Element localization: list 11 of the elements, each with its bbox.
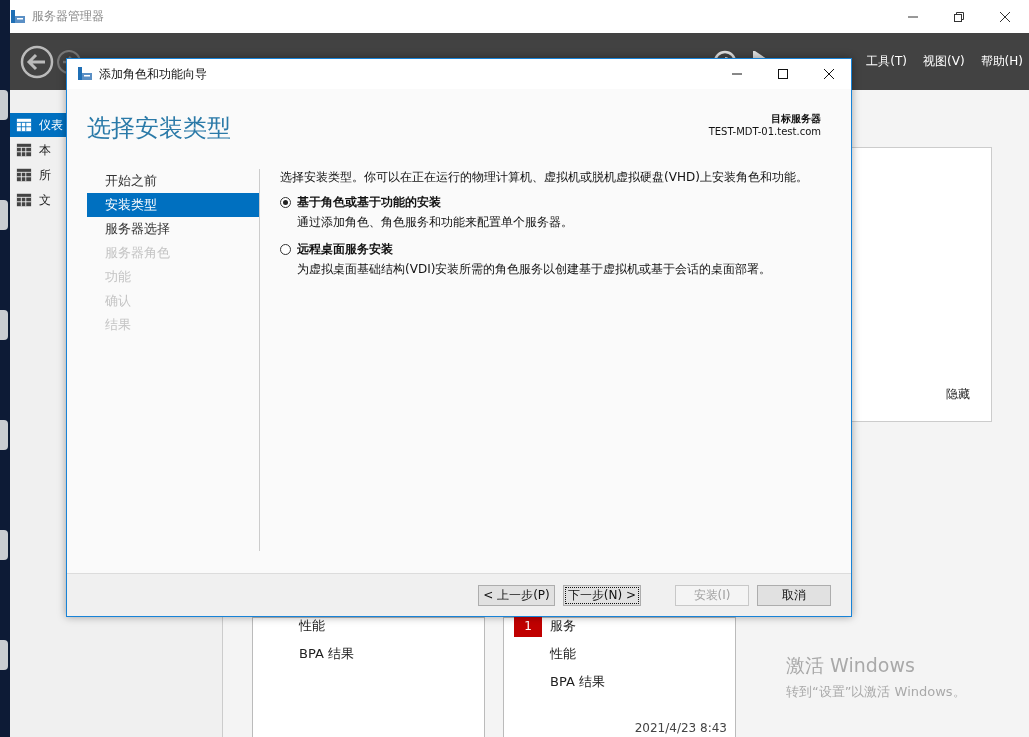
window-title: 服务器管理器 (32, 8, 104, 25)
activation-title: 激活 Windows (786, 653, 916, 678)
option-description: 为虚拟桌面基础结构(VDI)安装所需的角色服务以创建基于虚拟机或基于会话的桌面部署。 (296, 261, 773, 278)
target-server: TEST-MDT-01.test.com (708, 126, 821, 137)
intro-text: 选择安装类型。你可以在正在运行的物理计算机、虚拟机或脱机虚拟硬盘(VHD)上安装角色和功能。 (280, 169, 809, 186)
activation-message: 转到“设置”以激活 Windows。 (786, 683, 966, 701)
timestamp: 2021/4/23 8:43 (634, 721, 727, 735)
count-badge: 1 (514, 615, 542, 637)
option-description: 通过添加角色、角色服务和功能来配置单个服务器。 (296, 214, 574, 231)
target-label: 目标服务器 (771, 112, 821, 126)
dialog-title: 添加角色和功能向导 (99, 65, 207, 83)
